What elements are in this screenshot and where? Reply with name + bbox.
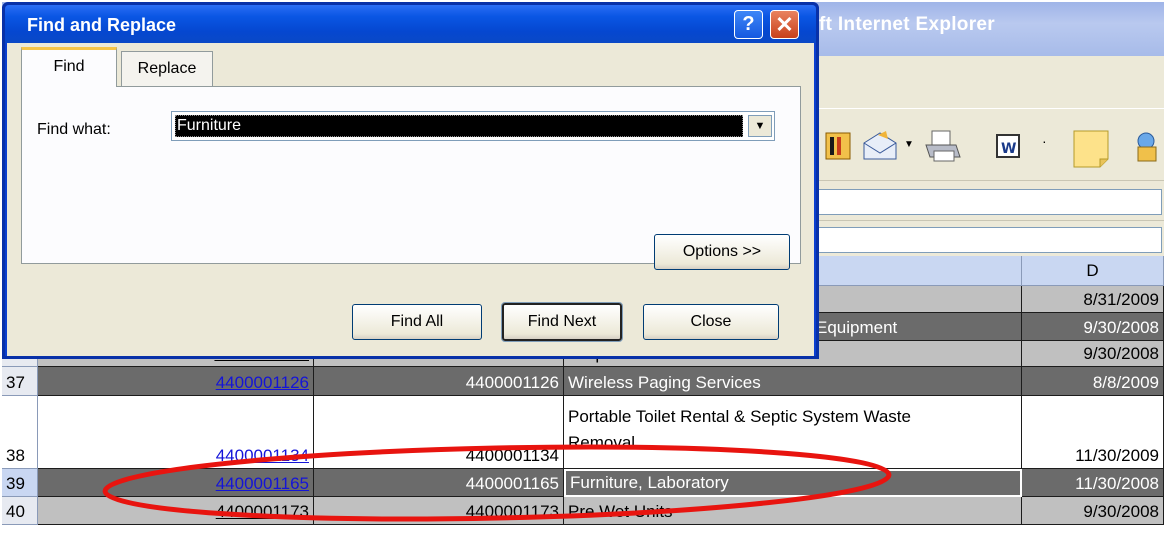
row-number[interactable]: 39 [2,469,38,497]
contract-link[interactable]: 4400001126 [38,367,314,396]
contract-link[interactable]: 4400001173 [38,497,314,525]
desc-cell[interactable]: Wireless Paging Services [564,367,1022,396]
date-cell[interactable]: 9/30/2008 [1022,313,1164,341]
dialog-titlebar[interactable]: Find and Replace ? ✕ [5,5,816,43]
browser-title: ft Internet Explorer [819,14,995,35]
tab-find[interactable]: Find [21,47,117,87]
address-input[interactable] [814,189,1162,215]
table-row: 40 4400001173 4400001173 Pre Wet Units 9… [2,497,1164,525]
date-cell[interactable]: 8/8/2009 [1022,367,1164,396]
contract-link[interactable]: 4400001165 [38,469,314,497]
contract-number-cell[interactable]: 4400001134 [314,396,564,469]
row-number[interactable]: 38 [2,396,38,469]
note-icon[interactable] [1070,129,1114,169]
research-icon[interactable] [820,129,854,163]
contract-number-cell[interactable]: 4400001165 [314,469,564,497]
contract-number-cell[interactable]: 4400001126 [314,367,564,396]
desc-cell-active[interactable]: Furniture, Laboratory [564,469,1022,497]
table-row: 37 4400001126 4400001126 Wireless Paging… [2,367,1164,396]
screenshot-frame: ft Internet Explorer ▼ W · D 8/31/2009 E… [2,2,1164,531]
find-tab-panel: Find what: Furniture ▼ Options >> [21,86,801,270]
edit-dropdown-icon[interactable]: · [1042,133,1047,149]
help-button[interactable]: ? [734,10,763,39]
close-icon: ✕ [775,12,794,37]
find-all-button[interactable]: Find All [352,304,482,340]
table-row-selected: 39 4400001165 4400001165 Furniture, Labo… [2,469,1164,497]
find-what-label: Find what: [37,121,111,138]
desc-cell[interactable]: Portable Toilet Rental & Septic System W… [564,396,1022,469]
dialog-body: Find Replace Find what: Furniture ▼ Opti… [7,43,814,356]
mail-icon[interactable] [860,129,900,163]
messenger-icon[interactable] [1132,129,1162,163]
close-window-button[interactable]: ✕ [770,10,799,39]
tab-replace-label: Replace [137,60,197,77]
edit-word-icon[interactable]: W [992,129,1026,163]
chevron-down-icon: ▼ [754,120,766,132]
desc-cell[interactable]: Pre Wet Units [564,497,1022,525]
find-what-dropdown-button[interactable]: ▼ [748,115,772,137]
row-number[interactable]: 40 [2,497,38,525]
find-replace-dialog: Find and Replace ? ✕ Find Replace Find w… [2,2,819,359]
tab-find-label: Find [53,58,85,75]
date-cell[interactable]: 11/30/2008 [1022,469,1164,497]
desc-text: Equipment [816,318,898,337]
table-row: 38 4400001134 4400001134 Portable Toilet… [2,396,1164,469]
date-cell[interactable]: 9/30/2008 [1022,341,1164,367]
svg-text:W: W [1001,141,1016,157]
contract-number-cell[interactable]: 4400001173 [314,497,564,525]
column-header-c[interactable] [814,256,1022,286]
date-cell[interactable]: 8/31/2009 [1022,286,1164,313]
row-number[interactable]: 37 [2,367,38,396]
options-button[interactable]: Options >> [654,234,790,270]
formula-input[interactable] [814,227,1162,253]
close-button[interactable]: Close [643,304,779,340]
find-what-input[interactable]: Furniture [175,115,743,137]
dialog-title: Find and Replace [27,15,177,35]
print-icon[interactable] [922,129,964,165]
tab-replace[interactable]: Replace [121,51,213,87]
find-what-combobox[interactable]: Furniture ▼ [171,111,775,141]
date-cell[interactable]: 11/30/2009 [1022,396,1164,469]
date-cell[interactable]: 9/30/2008 [1022,497,1164,525]
column-header-d[interactable]: D [1022,256,1164,286]
mail-dropdown-icon[interactable]: ▼ [904,139,914,150]
help-icon: ? [742,13,755,35]
contract-link[interactable]: 4400001134 [38,396,314,469]
find-next-button[interactable]: Find Next [501,302,623,342]
